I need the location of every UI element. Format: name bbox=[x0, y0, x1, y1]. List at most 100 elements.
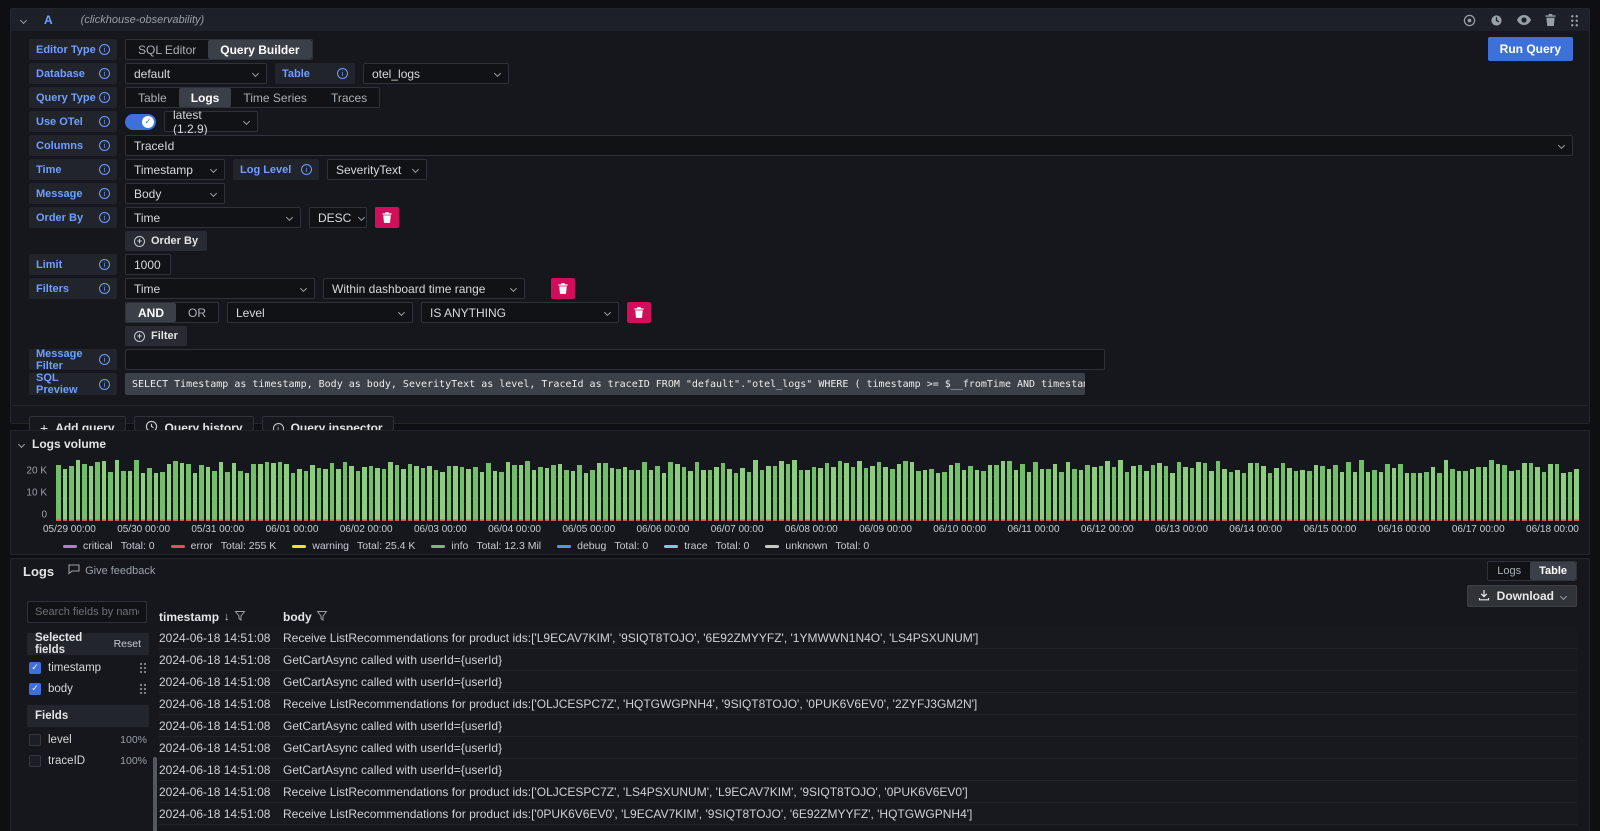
volume-bar[interactable] bbox=[968, 466, 973, 521]
volume-bar[interactable] bbox=[154, 473, 159, 521]
volume-bar[interactable] bbox=[910, 462, 915, 521]
drag-handle-icon[interactable] bbox=[139, 683, 147, 694]
volume-bar[interactable] bbox=[1398, 464, 1403, 521]
volume-bar[interactable] bbox=[225, 472, 230, 521]
volume-bar[interactable] bbox=[734, 473, 739, 521]
volume-bar[interactable] bbox=[890, 469, 895, 521]
volume-bar[interactable] bbox=[629, 470, 634, 521]
drag-handle-icon[interactable] bbox=[1570, 14, 1579, 27]
volume-bar[interactable] bbox=[714, 467, 719, 521]
otel-version-select[interactable]: latest (1.2.9) bbox=[164, 111, 258, 132]
volume-bar[interactable] bbox=[564, 470, 569, 521]
history-icon[interactable] bbox=[1490, 14, 1503, 27]
volume-bar[interactable] bbox=[760, 470, 765, 521]
volume-bar[interactable] bbox=[251, 464, 256, 521]
volume-bar[interactable] bbox=[1144, 471, 1149, 521]
volume-bar[interactable] bbox=[1411, 473, 1416, 521]
volume-bar[interactable] bbox=[512, 465, 517, 521]
volume-bar[interactable] bbox=[284, 464, 289, 521]
volume-bar[interactable] bbox=[1092, 467, 1097, 521]
volume-bar[interactable] bbox=[857, 461, 862, 521]
volume-bar[interactable] bbox=[1476, 467, 1481, 521]
volume-bar[interactable] bbox=[388, 462, 393, 521]
info-icon[interactable]: i bbox=[99, 92, 110, 103]
volume-bar[interactable] bbox=[1418, 473, 1423, 521]
volume-bar[interactable] bbox=[805, 470, 810, 521]
volume-bar[interactable] bbox=[1300, 470, 1305, 521]
volume-bar[interactable] bbox=[1053, 464, 1058, 521]
volume-bar[interactable] bbox=[1287, 468, 1292, 522]
info-icon[interactable]: i bbox=[99, 140, 110, 151]
volume-bar[interactable] bbox=[141, 473, 146, 521]
volume-bar[interactable] bbox=[212, 471, 217, 521]
volume-bar[interactable] bbox=[1359, 460, 1364, 521]
volume-bar[interactable] bbox=[1450, 469, 1455, 521]
volume-bar[interactable] bbox=[440, 472, 445, 521]
volume-bar[interactable] bbox=[395, 465, 400, 521]
log-table-row[interactable]: 2024-06-18 14:51:08GetCartAsync called w… bbox=[159, 737, 1577, 759]
volume-bar[interactable] bbox=[1209, 471, 1214, 521]
volume-bar[interactable] bbox=[1170, 473, 1175, 521]
info-icon[interactable]: i bbox=[99, 188, 110, 199]
remove-order-by-button[interactable] bbox=[375, 207, 399, 228]
volume-bar[interactable] bbox=[375, 468, 380, 521]
info-icon[interactable]: i bbox=[99, 212, 110, 223]
eye-icon[interactable] bbox=[1517, 15, 1531, 25]
volume-bar[interactable] bbox=[76, 460, 81, 521]
volume-bar[interactable] bbox=[447, 466, 452, 521]
volume-bar[interactable] bbox=[1099, 466, 1104, 521]
columns-multiselect[interactable]: TraceId bbox=[125, 135, 1573, 156]
timestamp-column-header[interactable]: timestamp ↓ bbox=[159, 610, 283, 624]
volume-bar[interactable] bbox=[1177, 462, 1182, 522]
run-query-button[interactable]: Run Query bbox=[1488, 37, 1573, 61]
volume-bar[interactable] bbox=[1046, 469, 1051, 521]
volume-bar[interactable] bbox=[538, 467, 543, 521]
volume-bar[interactable] bbox=[695, 462, 700, 521]
volume-bar[interactable] bbox=[1561, 473, 1566, 521]
volume-bar[interactable] bbox=[317, 468, 322, 521]
volume-bar[interactable] bbox=[1014, 470, 1019, 521]
message-column-select[interactable]: Body bbox=[125, 183, 225, 204]
volume-bar[interactable] bbox=[1457, 471, 1462, 521]
volume-bar[interactable] bbox=[831, 467, 836, 521]
volume-bar[interactable] bbox=[1463, 471, 1468, 521]
volume-bar[interactable] bbox=[949, 465, 954, 521]
volume-bar[interactable] bbox=[1483, 467, 1488, 521]
query-type-time-series[interactable]: Time Series bbox=[231, 88, 319, 107]
volume-bar[interactable] bbox=[818, 468, 823, 521]
volume-bar[interactable] bbox=[532, 470, 537, 521]
volume-bar[interactable] bbox=[773, 466, 778, 521]
volume-bar[interactable] bbox=[167, 464, 172, 521]
volume-bar[interactable] bbox=[1444, 460, 1449, 521]
info-icon[interactable]: i bbox=[99, 164, 110, 175]
volume-bar[interactable] bbox=[851, 467, 856, 521]
log-table-row[interactable]: 2024-06-18 14:51:08Receive ListRecommend… bbox=[159, 781, 1577, 803]
volume-bar[interactable] bbox=[519, 465, 524, 521]
volume-bar[interactable] bbox=[1340, 472, 1345, 521]
volume-bar[interactable] bbox=[962, 470, 967, 521]
volume-bar[interactable] bbox=[936, 473, 941, 521]
volume-bar[interactable] bbox=[473, 467, 478, 521]
volume-bar[interactable] bbox=[838, 461, 843, 521]
volume-bar[interactable] bbox=[1431, 467, 1436, 521]
volume-bar[interactable] bbox=[642, 462, 647, 521]
volume-bar[interactable] bbox=[147, 468, 152, 521]
volume-bar[interactable] bbox=[649, 470, 654, 521]
volume-bar[interactable] bbox=[682, 467, 687, 521]
add-order-by-button[interactable]: +Order By bbox=[125, 231, 207, 251]
volume-bar[interactable] bbox=[1033, 462, 1038, 521]
drag-handle-icon[interactable] bbox=[139, 662, 147, 673]
volume-bar[interactable] bbox=[786, 464, 791, 521]
info-icon[interactable]: i bbox=[99, 283, 110, 294]
volume-bar[interactable] bbox=[577, 465, 582, 521]
volume-bar[interactable] bbox=[1072, 469, 1077, 521]
volume-bar[interactable] bbox=[291, 473, 296, 521]
view-toggle-logs[interactable]: Logs bbox=[1488, 562, 1530, 580]
volume-bar[interactable] bbox=[1112, 467, 1117, 521]
log-table-row[interactable]: 2024-06-18 14:51:08GetCartAsync called w… bbox=[159, 649, 1577, 671]
volume-bar[interactable] bbox=[1261, 466, 1266, 521]
volume-bar[interactable] bbox=[343, 462, 348, 521]
volume-bar[interactable] bbox=[401, 469, 406, 521]
volume-bar[interactable] bbox=[955, 463, 960, 521]
volume-bar[interactable] bbox=[688, 471, 693, 521]
